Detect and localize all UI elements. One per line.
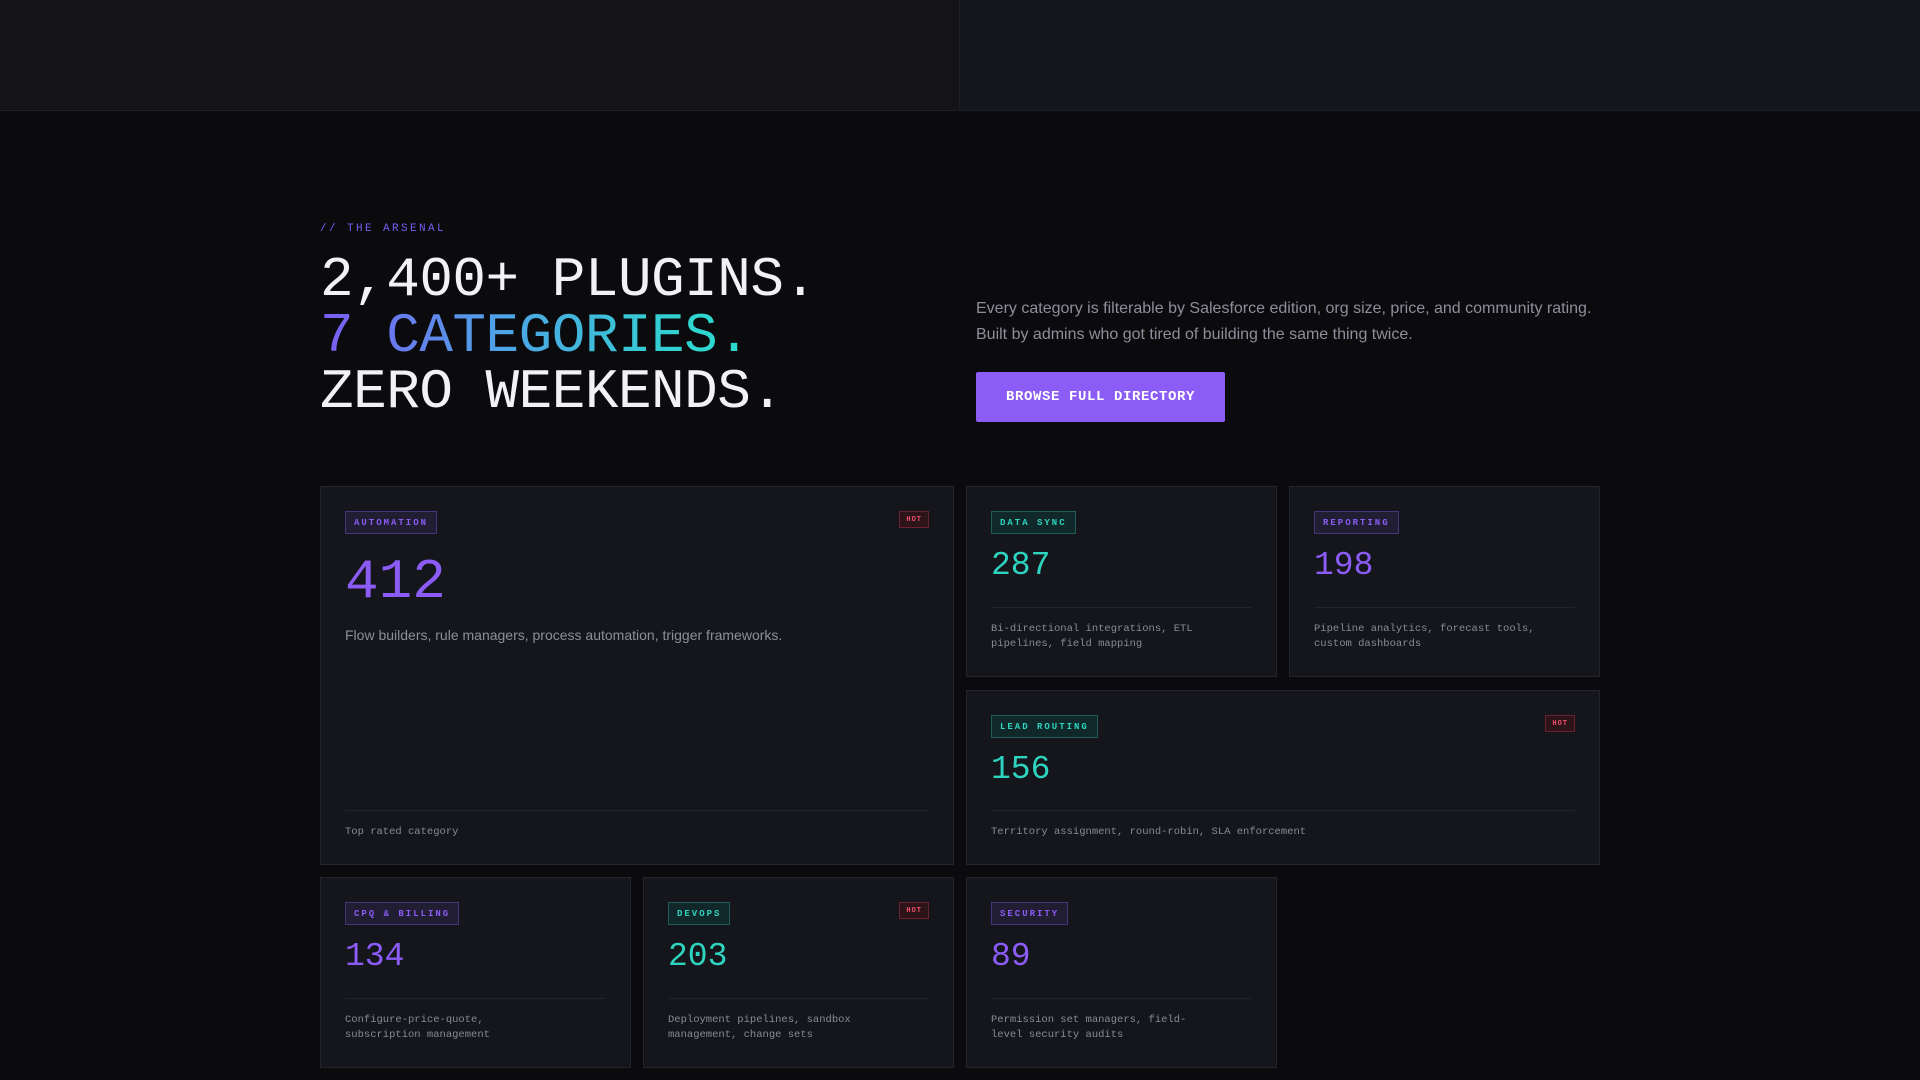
category-description: Bi-directional integrations, ETL pipelin… [991, 623, 1193, 650]
category-description: Flow builders, rule managers, process au… [345, 627, 783, 643]
category-card-data-sync[interactable]: DATA SYNC 287 Bi-directional integration… [966, 486, 1277, 677]
category-description: Territory assignment, round-robin, SLA e… [991, 826, 1307, 838]
card-divider [991, 810, 1575, 811]
category-tag: DATA SYNC [991, 511, 1076, 534]
card-divider [991, 607, 1252, 608]
plugin-count: 89 [991, 938, 1031, 975]
browse-directory-button[interactable]: BROWSE FULL DIRECTORY [976, 372, 1225, 422]
hot-badge: HOT [899, 511, 929, 528]
category-description: Deployment pipelines, sandbox management… [668, 1014, 851, 1041]
headline-line-plugins: 2,400+ PLUGINS. [320, 248, 817, 312]
category-tag: AUTOMATION [345, 511, 438, 534]
category-footer: Top rated category [345, 826, 459, 838]
category-tag: DEVOPS [668, 902, 731, 925]
hero-intro-text: Every category is filterable by Salesfor… [976, 300, 1592, 343]
plugin-count: 156 [991, 751, 1051, 788]
category-tag: SECURITY [991, 902, 1069, 925]
category-description: Configure-price-quote, subscription mana… [345, 1014, 490, 1041]
headline-line-categories: 7 CATEGORIES. [320, 308, 817, 364]
headline-line-weekends: ZERO WEEKENDS. [320, 360, 784, 424]
top-bar-left-panel [0, 0, 959, 110]
category-description: Permission set managers, field-level sec… [991, 1014, 1187, 1041]
card-divider [668, 998, 929, 999]
plugin-count: 198 [1314, 547, 1374, 584]
category-tag: REPORTING [1314, 511, 1399, 534]
card-divider [1314, 607, 1575, 608]
category-card-automation[interactable]: AUTOMATION HOT 412 Flow builders, rule m… [320, 486, 954, 865]
hot-badge: HOT [899, 902, 929, 919]
plugin-count: 134 [345, 938, 405, 975]
category-card-lead-routing[interactable]: LEAD ROUTING HOT 156 Territory assignmen… [966, 690, 1600, 865]
plugin-count: 203 [668, 938, 728, 975]
card-divider [345, 998, 606, 999]
plugin-count: 412 [345, 550, 446, 614]
hero-headline: 2,400+ PLUGINS. 7 CATEGORIES. ZERO WEEKE… [320, 252, 817, 420]
card-divider [345, 810, 929, 811]
section-eyebrow: // THE ARSENAL [320, 223, 447, 235]
category-card-devops[interactable]: DEVOPS HOT 203 Deployment pipelines, san… [643, 877, 954, 1068]
category-card-cpq-billing[interactable]: CPQ & BILLING 134 Configure-price-quote,… [320, 877, 631, 1068]
category-card-security[interactable]: SECURITY 89 Permission set managers, fie… [966, 877, 1277, 1068]
card-divider [991, 998, 1252, 999]
category-tag: LEAD ROUTING [991, 715, 1098, 738]
top-bar-right-panel [959, 0, 1920, 110]
hot-badge: HOT [1545, 715, 1575, 732]
category-tag: CPQ & BILLING [345, 902, 460, 925]
plugin-count: 287 [991, 547, 1051, 584]
category-description: Pipeline analytics, forecast tools, cust… [1314, 623, 1535, 650]
category-card-reporting[interactable]: REPORTING 198 Pipeline analytics, foreca… [1289, 486, 1600, 677]
top-bar [0, 0, 1920, 111]
